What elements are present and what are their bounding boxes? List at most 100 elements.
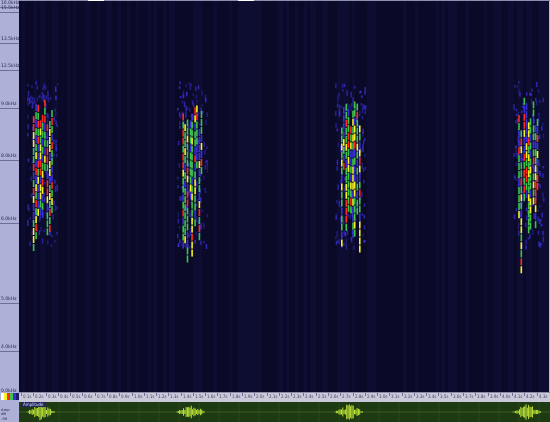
spectrogram-noise-column <box>232 1 235 392</box>
spectrogram-noise-column <box>142 1 145 392</box>
spectrogram-noise-column <box>400 1 403 392</box>
spectrogram-noise-column <box>442 1 445 392</box>
time-label: 3.9s <box>490 394 499 399</box>
spectrogram-noise-column <box>508 1 511 392</box>
spectrogram-noise-column <box>307 1 310 392</box>
spectrogram-noise-column <box>481 1 484 392</box>
spectrogram-noise-column <box>325 1 328 392</box>
spectrogram-noise-column <box>394 1 397 392</box>
time-tick <box>402 393 403 396</box>
time-tick <box>524 393 525 396</box>
spectrogram-noise-column <box>460 1 463 392</box>
spectrogram-noise-column <box>301 1 304 392</box>
spectrogram-noise-column <box>106 1 109 392</box>
time-label: 3.0s <box>379 394 388 399</box>
spectrogram-noise-column <box>469 1 472 392</box>
spectrogram-noise-column <box>298 1 301 392</box>
spectrogram-noise-column <box>478 1 481 392</box>
spectrogram-noise-column <box>547 1 549 392</box>
spectrogram-noise-column <box>412 1 415 392</box>
time-label: 2.9s <box>367 394 376 399</box>
time-label: 3.2s <box>404 394 413 399</box>
spectrogram-noise-column <box>484 1 487 392</box>
spectrogram-noise-column <box>415 1 418 392</box>
spectrogram-noise-column <box>493 1 496 392</box>
time-label: 0.3s <box>48 394 57 399</box>
waveform-canvas[interactable] <box>19 402 550 422</box>
spectrogram-noise-column <box>64 1 67 392</box>
spectrogram-noise-column <box>304 1 307 392</box>
spectrogram-noise-column <box>388 1 391 392</box>
time-tick <box>340 393 341 396</box>
spectrogram-noise-column <box>85 1 88 392</box>
spectrogram-noise-column <box>457 1 460 392</box>
spectrogram-noise-column <box>139 1 142 392</box>
spectrogram-noise-column <box>265 1 268 392</box>
spectrogram-noise-column <box>487 1 490 392</box>
spectrogram-noise-column <box>202 1 205 392</box>
spectrogram-canvas[interactable] <box>19 1 549 392</box>
time-label: 2.7s <box>342 394 351 399</box>
spectrogram-noise-column <box>367 1 370 392</box>
waveform-view[interactable]: Amplitude <box>19 402 550 422</box>
spectrogram-noise-column <box>160 1 163 392</box>
spectrogram-view[interactable] <box>19 1 549 392</box>
spectrogram-noise-column <box>70 1 73 392</box>
frequency-ruler[interactable]: 16.0kHz 15.5kHz 13.5kHz 12.5kHz 9.0kHz 8.0kHz… <box>0 0 20 396</box>
spectrogram-noise-column <box>166 1 169 392</box>
spectrogram-noise-column <box>505 1 508 392</box>
spectrogram-noise-column <box>385 1 388 392</box>
time-tick <box>132 393 133 396</box>
frequency-tick <box>0 43 19 44</box>
spectrogram-noise-column <box>544 1 547 392</box>
spectrogram-noise-column <box>499 1 502 392</box>
spectrogram-noise-column <box>208 1 211 392</box>
time-label: 2.8s <box>355 394 364 399</box>
spectrogram-noise-column <box>472 1 475 392</box>
spectrogram-noise-column <box>97 1 100 392</box>
spectrogram-noise-column <box>274 1 277 392</box>
spectrogram-noise-column <box>121 1 124 392</box>
time-label: 0.5s <box>72 394 81 399</box>
time-tick <box>500 393 501 396</box>
spectrogram-noise-column <box>253 1 256 392</box>
spectrogram-noise-column <box>148 1 151 392</box>
color-palette-strip[interactable] <box>1 393 19 400</box>
time-tick <box>242 393 243 396</box>
spectrogram-noise-column <box>268 1 271 392</box>
spectrogram-noise-column <box>88 1 91 392</box>
spectrogram-noise-column <box>94 1 97 392</box>
time-tick <box>33 393 34 396</box>
spectrogram-noise-column <box>79 1 82 392</box>
frequency-tick <box>0 160 19 161</box>
spectrogram-noise-column <box>277 1 280 392</box>
spectrogram-noise-column <box>466 1 469 392</box>
time-label: 0.8s <box>109 394 118 399</box>
time-tick <box>46 393 47 396</box>
time-label: 1.7s <box>219 394 228 399</box>
spectrogram-noise-column <box>397 1 400 392</box>
time-tick <box>365 393 366 396</box>
frequency-label: 4.0kHz <box>1 345 17 350</box>
time-label: 2.1s <box>269 394 278 399</box>
time-label: 4.2s <box>526 394 535 399</box>
time-label: 2.0s <box>256 394 265 399</box>
spectrogram-noise-column <box>25 1 28 392</box>
time-label: 3.4s <box>428 394 437 399</box>
frequency-label: 8.0kHz <box>1 154 17 159</box>
spectrogram-noise-column <box>175 1 178 392</box>
spectrogram-noise-column <box>445 1 448 392</box>
time-tick <box>537 393 538 396</box>
time-tick <box>353 393 354 396</box>
spectrogram-noise-column <box>259 1 262 392</box>
spectrogram-noise-column <box>217 1 220 392</box>
spectrogram-noise-column <box>454 1 457 392</box>
spectrogram-noise-column <box>145 1 148 392</box>
time-tick <box>291 393 292 396</box>
spectrogram-noise-column <box>490 1 493 392</box>
spectrogram-noise-column <box>451 1 454 392</box>
time-tick <box>181 393 182 396</box>
spectrogram-noise-column <box>421 1 424 392</box>
spectrogram-noise-column <box>514 1 517 392</box>
time-tick <box>512 393 513 396</box>
